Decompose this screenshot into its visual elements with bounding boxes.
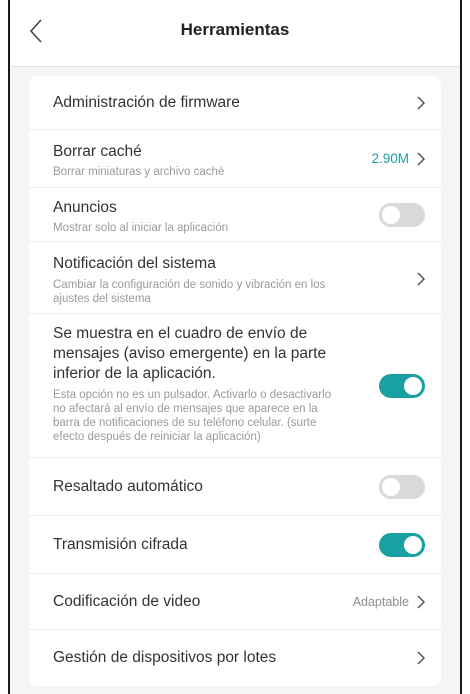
cache-size-value: 2.90M — [371, 151, 409, 166]
popup-notice-row: Se muestra en el cuadro de envío de mens… — [29, 314, 441, 458]
system-notification-description-line: Cambiar la configuración de sonido y vib… — [53, 279, 326, 291]
popup-notice-description-line: Esta opción no es un pulsador. Activarlo… — [53, 389, 332, 401]
auto-highlight-toggle[interactable] — [379, 475, 425, 499]
video-encoding-label: Codificación de video — [53, 593, 201, 610]
ads-description: Mostrar solo al iniciar la aplicación — [53, 222, 229, 234]
encrypted-transmission-row: Transmisión cifrada — [29, 516, 441, 574]
header: Herramientas — [10, 0, 460, 67]
chevron-right-icon — [417, 651, 426, 665]
toggle-knob — [404, 377, 422, 395]
popup-notice-description-line: no afectará al envío de mensajes que apa… — [53, 403, 318, 415]
ads-row: Anuncios Mostrar solo al iniciar la apli… — [29, 188, 441, 242]
page-title: Herramientas — [180, 20, 290, 39]
video-encoding-value: Adaptable — [352, 595, 409, 609]
ads-toggle[interactable] — [379, 203, 425, 227]
ads-label: Anuncios — [53, 199, 117, 216]
popup-notice-toggle[interactable] — [379, 374, 425, 398]
auto-highlight-row: Resaltado automático — [29, 458, 441, 516]
toggle-knob — [382, 478, 400, 496]
encrypted-transmission-toggle[interactable] — [379, 533, 425, 557]
encrypted-transmission-label: Transmisión cifrada — [53, 536, 188, 553]
popup-notice-label-line: inferior de la aplicación. — [53, 365, 216, 382]
app-window: Herramientas Administración de firmware … — [8, 0, 462, 694]
system-notification-description-line: ajustes del sistema — [53, 293, 151, 305]
chevron-right-icon — [417, 272, 426, 286]
video-encoding-row[interactable]: Codificación de video Adaptable — [29, 574, 441, 630]
batch-device-management-row[interactable]: Gestión de dispositivos por lotes — [29, 630, 441, 686]
system-notification-row[interactable]: Notificación del sistema Cambiar la conf… — [29, 242, 441, 314]
settings-list: Administración de firmware Borrar caché … — [29, 76, 441, 686]
popup-notice-description-line: barra de notificaciones de su teléfono c… — [53, 417, 317, 429]
clear-cache-label: Borrar caché — [53, 143, 142, 160]
system-notification-label: Notificación del sistema — [53, 255, 216, 272]
batch-device-management-label: Gestión de dispositivos por lotes — [53, 649, 277, 666]
clear-cache-row[interactable]: Borrar caché Borrar miniaturas y archivo… — [29, 130, 441, 188]
toggle-knob — [404, 536, 422, 554]
firmware-admin-label: Administración de firmware — [53, 94, 240, 111]
popup-notice-label-line: Se muestra en el cuadro de envío de — [53, 325, 308, 342]
clear-cache-description: Borrar miniaturas y archivo caché — [53, 166, 225, 178]
popup-notice-label-line: mensajes (aviso emergente) en la parte — [53, 345, 327, 362]
auto-highlight-label: Resaltado automático — [53, 478, 203, 495]
chevron-right-icon — [417, 595, 426, 609]
popup-notice-description-line: efecto después de reiniciar la aplicació… — [53, 431, 261, 443]
chevron-right-icon — [417, 152, 426, 166]
firmware-admin-row[interactable]: Administración de firmware — [29, 76, 441, 130]
toggle-knob — [382, 206, 400, 224]
chevron-right-icon — [417, 96, 426, 110]
